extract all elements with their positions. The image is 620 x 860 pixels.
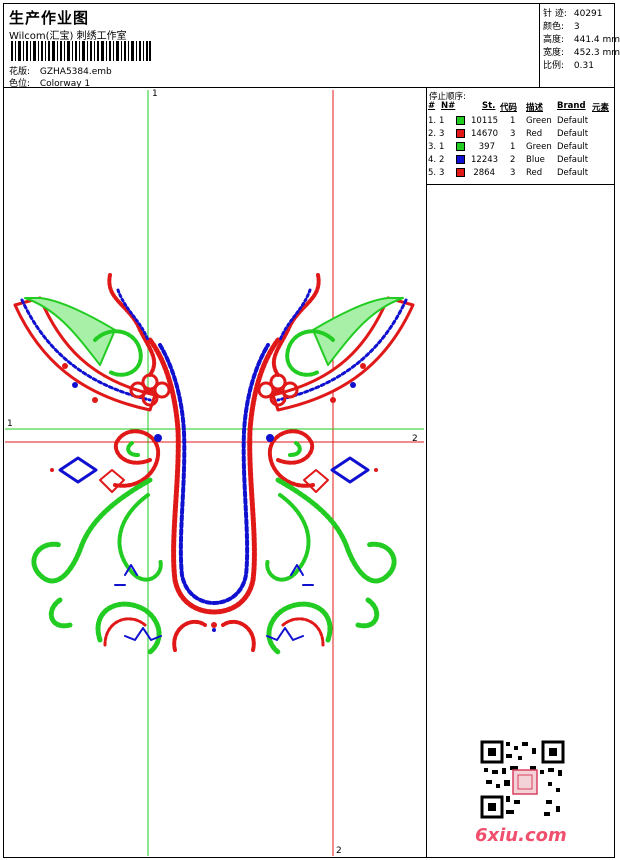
guide-label-v2: 2 xyxy=(336,846,342,856)
collar-design xyxy=(13,273,415,655)
qr-code xyxy=(480,740,565,820)
guide-label-v1: 1 xyxy=(152,89,158,99)
seal-stamp xyxy=(512,769,538,795)
guide-label-h2: 2 xyxy=(412,434,418,444)
watermark-logo: 6xiu.com xyxy=(475,825,567,846)
embroidery-artwork xyxy=(5,90,565,856)
guide-label-h1: 1 xyxy=(7,419,13,429)
